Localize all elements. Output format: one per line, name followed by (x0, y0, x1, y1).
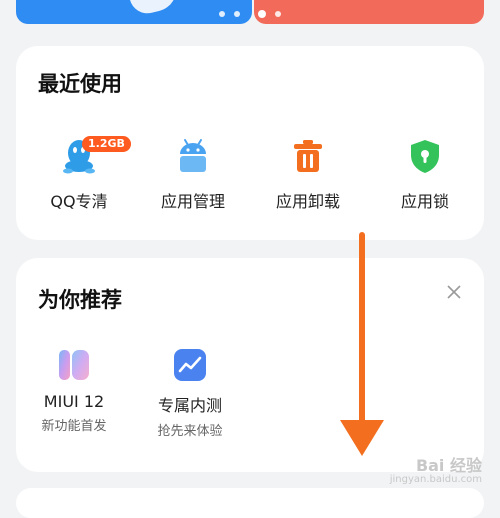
rec-label: MIUI 12 (43, 392, 105, 411)
app-label: 应用管理 (160, 192, 225, 211)
rec-beta[interactable]: 专属内测 抢先来体验 (140, 348, 240, 439)
page-dot (275, 11, 281, 17)
page-dot-active (258, 10, 266, 18)
app-label: 应用卸载 (275, 192, 340, 211)
recommend-title: 为你推荐 (38, 288, 122, 312)
rec-miui12[interactable]: MIUI 12 新功能首发 (24, 348, 124, 434)
app-uninstall[interactable]: 应用卸载 (253, 138, 363, 212)
banner-graphic (123, 0, 181, 18)
rec-sub: 抢先来体验 (157, 424, 223, 439)
page-dot (219, 11, 225, 17)
recommend-card: 为你推荐 MIUI 12 新功能首发 专属内测 抢先来体验 (16, 258, 484, 472)
recent-card: 最近使用 1.2GB QQ专清 应用管理 应用卸载 应用锁 (16, 46, 484, 240)
app-label: 应用锁 (400, 192, 449, 211)
banner-slide-left[interactable] (16, 0, 252, 24)
trend-chart-icon (174, 349, 206, 381)
trash-icon (294, 140, 322, 172)
next-card (16, 488, 484, 518)
app-management[interactable]: 应用管理 (138, 138, 248, 212)
storage-badge: 1.2GB (82, 136, 131, 152)
app-label: QQ专清 (50, 192, 108, 211)
rec-label: 专属内测 (157, 396, 222, 415)
arrow-down-icon (340, 232, 384, 456)
rec-sub: 新功能首发 (41, 419, 107, 434)
shield-lock-icon (411, 140, 439, 173)
miui-12-icon (59, 350, 89, 380)
banner-slide-right[interactable] (254, 0, 484, 24)
watermark-text: Bai 经验 (415, 456, 482, 475)
page-dot (234, 11, 240, 17)
recent-title: 最近使用 (38, 72, 122, 96)
watermark-url: jingyan.baidu.com (389, 474, 482, 485)
app-lock[interactable]: 应用锁 (370, 138, 480, 212)
app-qq-clean[interactable]: 1.2GB QQ专清 (24, 136, 134, 212)
close-icon[interactable] (446, 284, 462, 300)
android-icon (180, 139, 206, 172)
banner-carousel[interactable] (0, 0, 500, 26)
